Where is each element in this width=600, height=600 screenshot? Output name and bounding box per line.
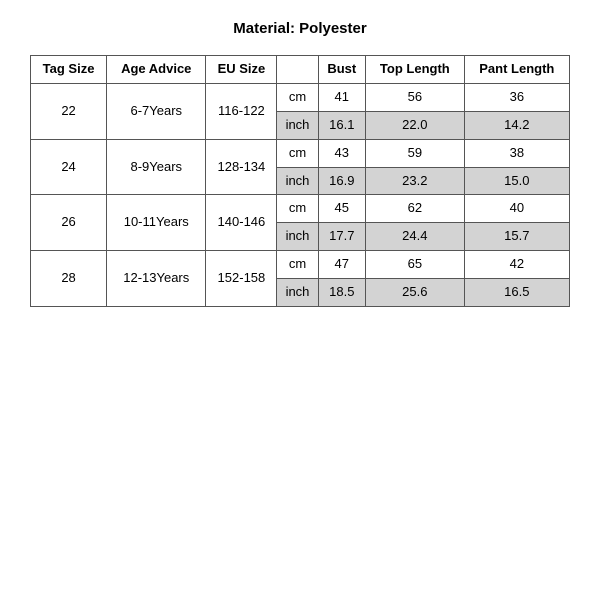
cell-top-length-inch: 22.0: [366, 111, 465, 139]
cell-unit-inch: inch: [277, 167, 318, 195]
cell-pant-length-inch: 15.7: [464, 223, 569, 251]
cell-age-advice: 8-9Years: [107, 139, 206, 195]
header-age-advice: Age Advice: [107, 56, 206, 84]
cell-unit-cm: cm: [277, 195, 318, 223]
header-bust: Bust: [318, 56, 365, 84]
cell-eu-size: 140-146: [206, 195, 277, 251]
page-title: Material: Polyester: [233, 20, 366, 37]
cell-top-length-cm: 59: [366, 139, 465, 167]
cell-pant-length-inch: 16.5: [464, 279, 569, 307]
cell-bust-cm: 41: [318, 83, 365, 111]
header-eu-size: EU Size: [206, 56, 277, 84]
cell-pant-length-cm: 42: [464, 251, 569, 279]
cell-tag-size: 22: [31, 83, 107, 139]
table-row: 226-7Years116-122cm415636: [31, 83, 570, 111]
cell-tag-size: 28: [31, 251, 107, 307]
cell-age-advice: 6-7Years: [107, 83, 206, 139]
cell-eu-size: 116-122: [206, 83, 277, 139]
table-row: 2610-11Years140-146cm456240: [31, 195, 570, 223]
cell-age-advice: 10-11Years: [107, 195, 206, 251]
cell-tag-size: 24: [31, 139, 107, 195]
cell-unit-inch: inch: [277, 279, 318, 307]
cell-bust-cm: 43: [318, 139, 365, 167]
cell-unit-inch: inch: [277, 111, 318, 139]
header-tag-size: Tag Size: [31, 56, 107, 84]
cell-top-length-inch: 23.2: [366, 167, 465, 195]
cell-bust-inch: 16.1: [318, 111, 365, 139]
cell-pant-length-inch: 14.2: [464, 111, 569, 139]
cell-bust-cm: 45: [318, 195, 365, 223]
table-row: 2812-13Years152-158cm476542: [31, 251, 570, 279]
header-unit: [277, 56, 318, 84]
table-row: 248-9Years128-134cm435938: [31, 139, 570, 167]
cell-bust-inch: 16.9: [318, 167, 365, 195]
cell-age-advice: 12-13Years: [107, 251, 206, 307]
cell-eu-size: 128-134: [206, 139, 277, 195]
cell-unit-cm: cm: [277, 83, 318, 111]
cell-pant-length-cm: 38: [464, 139, 569, 167]
header-top-length: Top Length: [366, 56, 465, 84]
cell-eu-size: 152-158: [206, 251, 277, 307]
cell-pant-length-cm: 36: [464, 83, 569, 111]
size-table: Tag Size Age Advice EU Size Bust Top Len…: [30, 55, 570, 307]
header-pant-length: Pant Length: [464, 56, 569, 84]
cell-top-length-cm: 65: [366, 251, 465, 279]
cell-unit-inch: inch: [277, 223, 318, 251]
cell-bust-cm: 47: [318, 251, 365, 279]
cell-tag-size: 26: [31, 195, 107, 251]
cell-bust-inch: 17.7: [318, 223, 365, 251]
cell-unit-cm: cm: [277, 251, 318, 279]
cell-bust-inch: 18.5: [318, 279, 365, 307]
cell-top-length-inch: 25.6: [366, 279, 465, 307]
cell-pant-length-cm: 40: [464, 195, 569, 223]
cell-top-length-inch: 24.4: [366, 223, 465, 251]
cell-top-length-cm: 62: [366, 195, 465, 223]
cell-top-length-cm: 56: [366, 83, 465, 111]
cell-unit-cm: cm: [277, 139, 318, 167]
cell-pant-length-inch: 15.0: [464, 167, 569, 195]
